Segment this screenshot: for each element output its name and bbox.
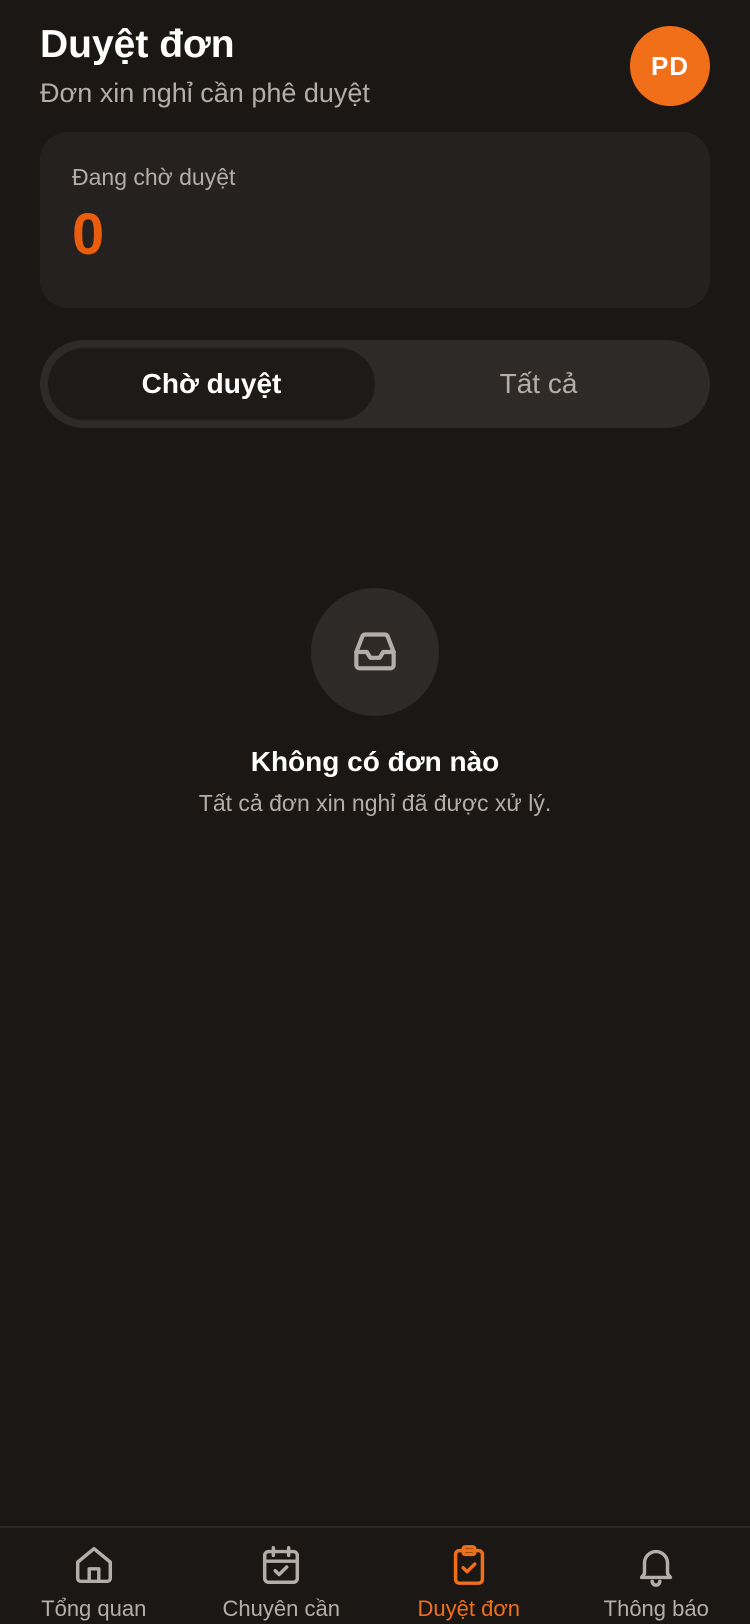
page-title: Duyệt đơn bbox=[40, 23, 235, 66]
clipboard-check-icon bbox=[453, 1545, 484, 1585]
filter-tabs: Chờ duyệt Tất cả bbox=[40, 340, 710, 428]
nav-item-attendance[interactable]: Chuyên cần bbox=[188, 1528, 376, 1624]
page-header: Duyệt đơn Đơn xin nghỉ cần phê duyệt PD bbox=[40, 18, 710, 118]
inbox-icon bbox=[354, 632, 396, 671]
nav-item-notifications[interactable]: Thông báo bbox=[563, 1528, 750, 1624]
empty-icon-circle bbox=[311, 588, 439, 716]
pending-stat-value: 0 bbox=[72, 202, 105, 267]
calendar-check-icon bbox=[263, 1546, 300, 1584]
bell-icon bbox=[640, 1549, 673, 1587]
tab-all[interactable]: Tất cả bbox=[375, 348, 702, 420]
tab-pending[interactable]: Chờ duyệt bbox=[48, 348, 375, 420]
pending-stat-card: Đang chờ duyệt 0 bbox=[40, 132, 710, 308]
empty-state: Không có đơn nào Tất cả đơn xin nghỉ đã … bbox=[0, 588, 750, 817]
empty-title: Không có đơn nào bbox=[250, 746, 500, 777]
nav-item-overview[interactable]: Tổng quan bbox=[0, 1528, 188, 1624]
avatar[interactable]: PD bbox=[630, 26, 710, 106]
nav-label-overview: Tổng quan bbox=[41, 1596, 147, 1621]
empty-description: Tất cả đơn xin nghỉ đã được xử lý. bbox=[198, 790, 552, 816]
nav-label-attendance: Chuyên cần bbox=[222, 1596, 340, 1621]
nav-label-approvals: Duyệt đơn bbox=[417, 1596, 520, 1621]
page-subtitle: Đơn xin nghỉ cần phê duyệt bbox=[40, 78, 370, 108]
pending-stat-label: Đang chờ duyệt bbox=[72, 164, 236, 190]
home-icon bbox=[75, 1546, 112, 1584]
nav-item-approvals[interactable]: Duyệt đơn bbox=[375, 1528, 563, 1624]
bottom-nav: Tổng quan Chuyên cần Duyệt đơn Thông báo bbox=[0, 1526, 750, 1624]
nav-label-notifications: Thông báo bbox=[603, 1596, 709, 1621]
